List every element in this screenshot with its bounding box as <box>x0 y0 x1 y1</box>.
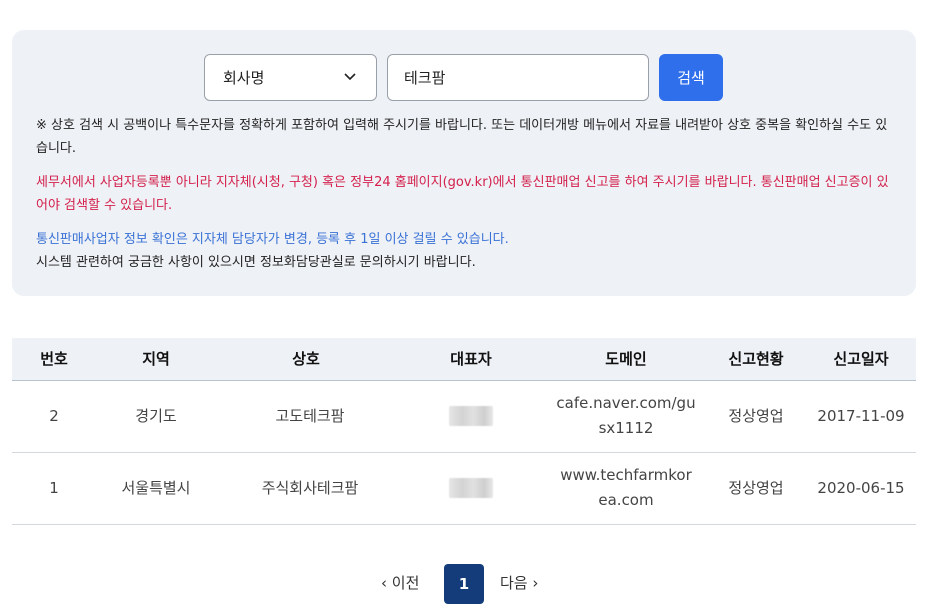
pagination: ‹ 이전 1 다음 › <box>0 564 930 604</box>
header-status: 신고현황 <box>728 350 784 369</box>
notice-info: 통신판매사업자 정보 확인은 지자체 담당자가 변경, 등록 후 1일 이상 걸… <box>36 232 509 247</box>
cell-region: 서울특별시 <box>121 478 191 497</box>
cell-representative <box>396 452 546 524</box>
notice-contact: 시스템 관련하여 궁금한 사항이 있으시면 정보화담당관실로 문의하시기 바랍니… <box>36 255 476 270</box>
cell-date: 2017-11-09 <box>817 406 905 425</box>
search-type-select[interactable]: 회사명 <box>204 54 377 101</box>
domain-line: www.techfarmkor <box>560 466 692 484</box>
results-table: 번호 지역 상호 대표자 도메인 신고현황 신고일자 2 경기도 고도테크팜 c… <box>12 338 916 525</box>
header-date: 신고일자 <box>833 350 889 369</box>
chevron-down-icon <box>344 73 356 81</box>
domain-line: cafe.naver.com/gu <box>556 394 696 412</box>
cell-number: 1 <box>49 478 59 497</box>
cell-company: 주식회사테크팜 <box>261 478 359 497</box>
cell-status: 정상영업 <box>728 478 784 497</box>
table-row[interactable]: 2 경기도 고도테크팜 cafe.naver.com/gu sx1112 정상영… <box>12 380 916 452</box>
next-page-button[interactable]: 다음 › <box>500 572 538 593</box>
cell-domain: www.techfarmkor ea.com <box>546 452 706 524</box>
cell-representative <box>396 380 546 452</box>
domain-line: sx1112 <box>598 419 654 437</box>
cell-company: 고도테크팜 <box>275 406 345 425</box>
cell-number: 2 <box>49 406 59 425</box>
header-domain: 도메인 <box>605 350 647 369</box>
redacted-name-image <box>449 406 493 426</box>
search-panel: 회사명 검색 ※ 상호 검색 시 공백이나 특수문자를 정확하게 포함하여 입력… <box>12 30 916 296</box>
search-button[interactable]: 검색 <box>659 54 723 101</box>
cell-domain: cafe.naver.com/gu sx1112 <box>546 380 706 452</box>
prev-page-button[interactable]: ‹ 이전 <box>381 572 419 593</box>
search-row: 회사명 검색 <box>12 54 916 102</box>
notice-general: ※ 상호 검색 시 공백이나 특수문자를 정확하게 포함하여 입력해 주시기를 … <box>36 118 888 156</box>
table-row[interactable]: 1 서울특별시 주식회사테크팜 www.techfarmkor ea.com 정… <box>12 452 916 524</box>
next-page-label: 다음 <box>500 574 528 592</box>
cell-status: 정상영업 <box>728 406 784 425</box>
chevron-right-icon: › <box>532 574 539 592</box>
page-button-current[interactable]: 1 <box>444 564 484 604</box>
notice-warning: 세무서에서 사업자등록뿐 아니라 지자체(시청, 구청) 혹은 정부24 홈페이… <box>36 175 889 213</box>
search-input[interactable] <box>387 54 649 101</box>
cell-region: 경기도 <box>135 406 177 425</box>
redacted-name-image <box>449 478 493 498</box>
prev-page-label: 이전 <box>391 574 420 592</box>
header-company: 상호 <box>292 350 320 369</box>
header-number: 번호 <box>40 350 68 369</box>
domain-line: ea.com <box>598 491 654 509</box>
table-header-row: 번호 지역 상호 대표자 도메인 신고현황 신고일자 <box>12 338 916 380</box>
header-representative: 대표자 <box>450 350 492 369</box>
cell-date: 2020-06-15 <box>817 478 905 497</box>
search-type-value: 회사명 <box>223 69 265 87</box>
chevron-left-icon: ‹ <box>381 574 387 592</box>
header-region: 지역 <box>142 350 170 369</box>
